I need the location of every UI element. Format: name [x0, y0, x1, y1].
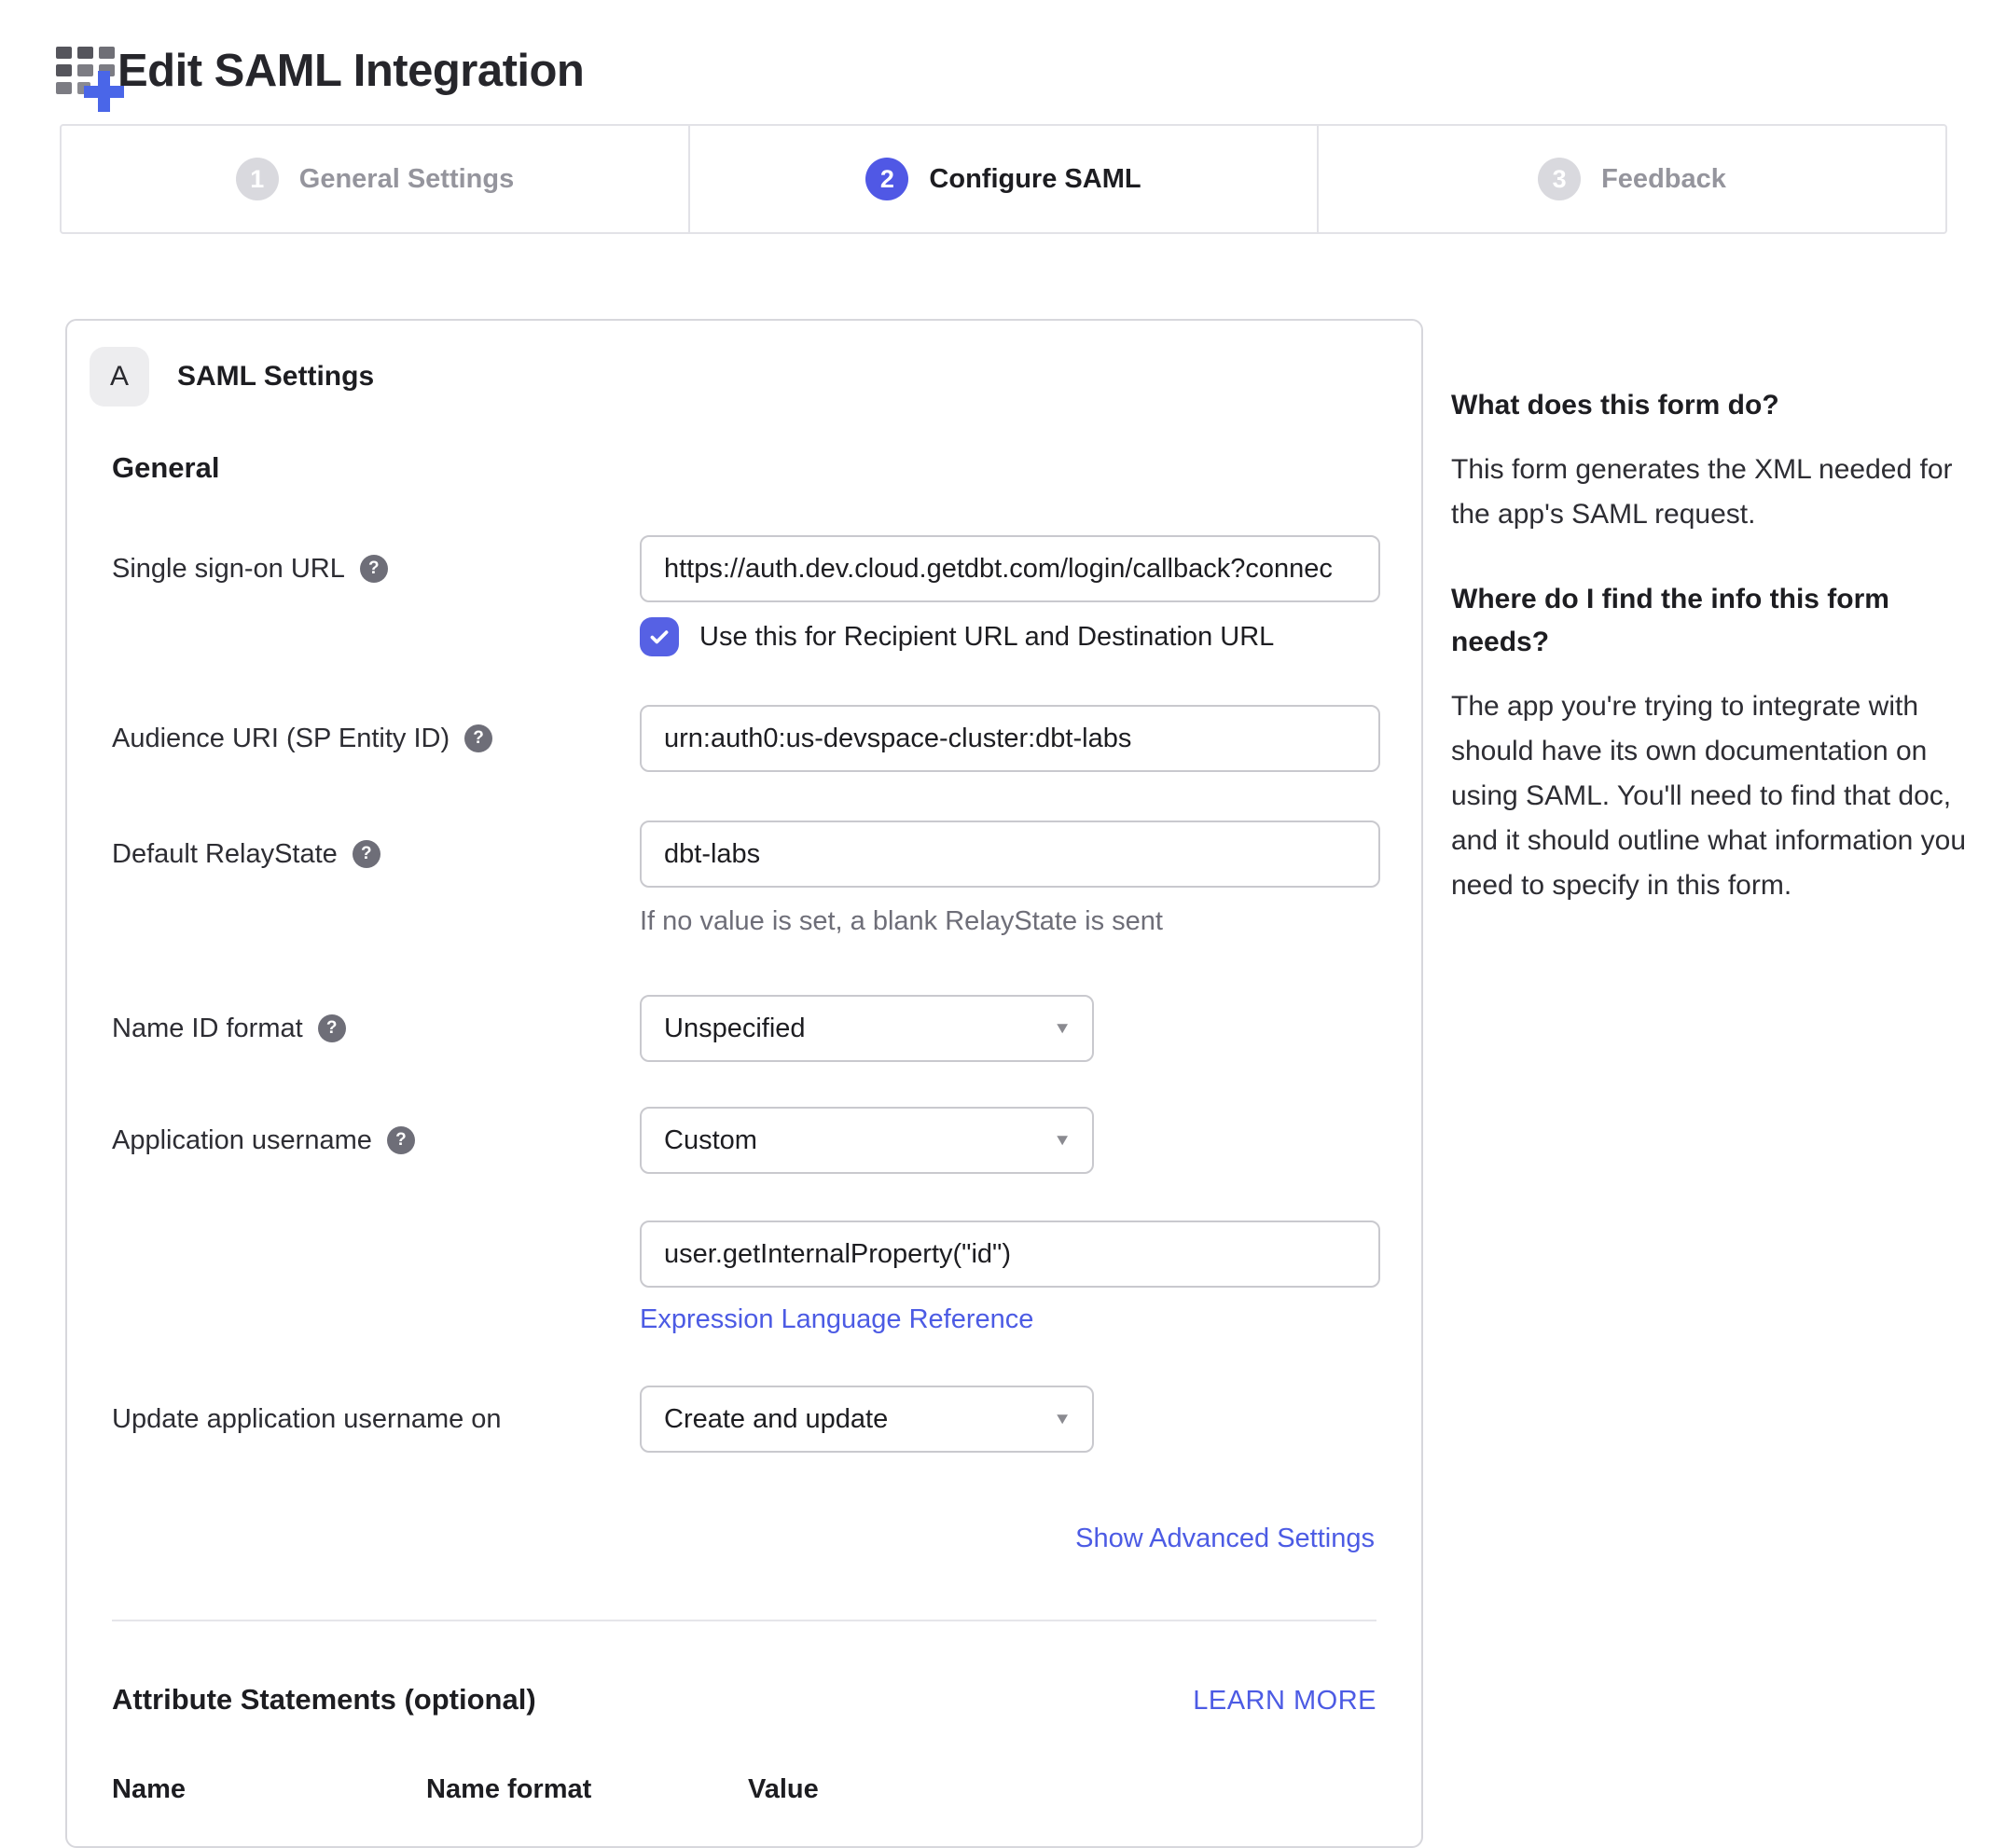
recipient-url-checkbox[interactable] [640, 617, 679, 656]
application-username-value: Custom [664, 1125, 757, 1156]
application-username-select[interactable]: Custom ▼ [640, 1107, 1094, 1174]
show-advanced-settings-link[interactable]: Show Advanced Settings [1075, 1524, 1375, 1553]
attribute-statements-table-header: Name Name format Value [112, 1774, 1376, 1805]
default-relaystate-help-icon[interactable]: ? [353, 840, 380, 868]
custom-username-expression-input[interactable] [640, 1221, 1380, 1288]
section-divider [112, 1620, 1376, 1621]
step-2-circle: 2 [865, 158, 908, 200]
audience-uri-input[interactable] [640, 705, 1380, 772]
sso-url-help-icon[interactable]: ? [360, 555, 388, 583]
steps-bar: 1 General Settings 2 Configure SAML 3 Fe… [60, 124, 1947, 234]
name-id-format-label: Name ID format [112, 1014, 303, 1044]
default-relaystate-input[interactable] [640, 821, 1380, 888]
name-id-format-help-icon[interactable]: ? [318, 1014, 346, 1042]
saml-settings-header: A SAML Settings [67, 321, 1421, 407]
chevron-down-icon: ▼ [1053, 1131, 1072, 1150]
learn-more-link[interactable]: LEARN MORE [1193, 1686, 1376, 1717]
sidebar-answer-2: The app you're trying to integrate with … [1451, 684, 1970, 908]
help-sidebar: What does this form do? This form genera… [1451, 384, 1970, 949]
attribute-statements-heading: Attribute Statements (optional) [112, 1683, 536, 1717]
update-username-value: Create and update [664, 1404, 888, 1435]
app-grid-plus-icon [54, 35, 125, 114]
step-3-label: Feedback [1601, 164, 1726, 195]
recipient-url-checkbox-label: Use this for Recipient URL and Destinati… [699, 622, 1274, 653]
step-feedback[interactable]: 3 Feedback [1319, 126, 1945, 232]
chevron-down-icon: ▼ [1053, 1019, 1072, 1038]
checkmark-icon [647, 625, 671, 649]
relaystate-hint: If no value is set, a blank RelayState i… [640, 906, 1380, 937]
sidebar-answer-1: This form generates the XML needed for t… [1451, 448, 1970, 537]
saml-settings-card: A SAML Settings General Single sign-on U… [65, 319, 1423, 1848]
sidebar-question-2: Where do I find the info this form needs… [1451, 578, 1889, 664]
page-title: Edit SAML Integration [118, 45, 584, 97]
step-1-label: General Settings [299, 164, 514, 195]
saml-settings-title: SAML Settings [177, 361, 374, 393]
chevron-down-icon: ▼ [1053, 1410, 1072, 1428]
name-id-format-select[interactable]: Unspecified ▼ [640, 995, 1094, 1062]
column-name-format: Name format [426, 1774, 748, 1805]
name-id-format-value: Unspecified [664, 1014, 806, 1044]
column-name: Name [112, 1774, 426, 1805]
step-configure-saml[interactable]: 2 Configure SAML [690, 126, 1319, 232]
update-username-select[interactable]: Create and update ▼ [640, 1386, 1094, 1453]
update-username-label: Update application username on [112, 1386, 502, 1453]
sso-url-label: Single sign-on URL [112, 535, 345, 602]
page-header: Edit SAML Integration [54, 34, 584, 114]
general-heading: General [112, 451, 1376, 485]
column-value: Value [748, 1774, 819, 1805]
sidebar-question-1: What does this form do? [1451, 384, 1970, 427]
audience-uri-help-icon[interactable]: ? [464, 724, 492, 752]
section-a-badge: A [90, 347, 149, 407]
step-general-settings[interactable]: 1 General Settings [62, 126, 690, 232]
application-username-help-icon[interactable]: ? [387, 1126, 415, 1154]
step-1-circle: 1 [236, 158, 279, 200]
expression-language-reference-link[interactable]: Expression Language Reference [640, 1304, 1033, 1335]
application-username-label: Application username [112, 1107, 372, 1174]
audience-uri-label: Audience URI (SP Entity ID) [112, 724, 450, 754]
step-2-label: Configure SAML [929, 164, 1141, 195]
step-3-circle: 3 [1538, 158, 1581, 200]
sso-url-input[interactable] [640, 535, 1380, 602]
default-relaystate-label: Default RelayState [112, 821, 338, 888]
